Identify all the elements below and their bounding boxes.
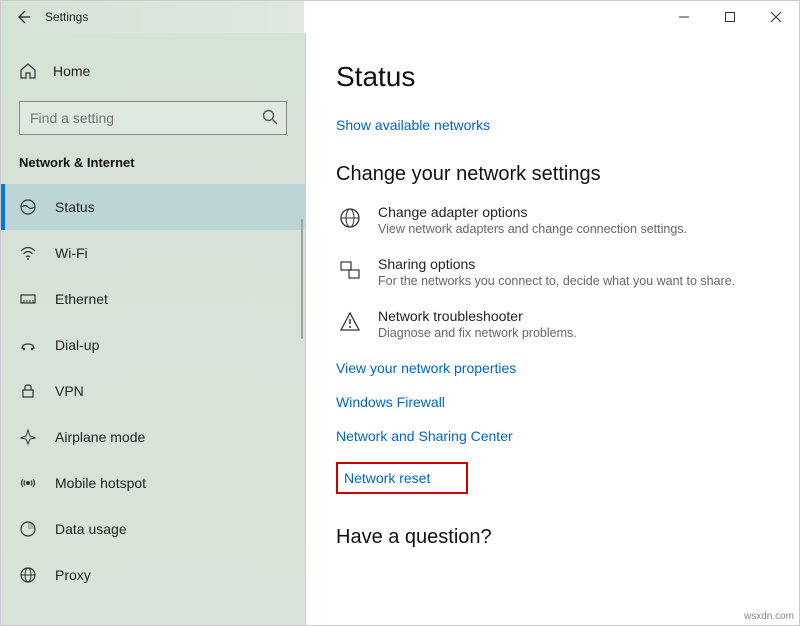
vpn-icon (19, 382, 37, 400)
question-heading: Have a question? (336, 526, 769, 549)
sidebar: Home Network & Internet Status Wi-Fi (1, 33, 306, 625)
settings-window: Settings Home Network & Internet (0, 0, 800, 626)
highlight-box: Network reset (336, 462, 468, 494)
option-desc: For the networks you connect to, decide … (378, 274, 735, 288)
sidebar-item-dialup[interactable]: Dial-up (1, 322, 305, 368)
minimize-button[interactable] (661, 1, 707, 33)
proxy-icon (19, 566, 37, 584)
sidebar-item-label: Ethernet (55, 291, 108, 307)
close-icon (771, 12, 781, 22)
option-troubleshooter[interactable]: Network troubleshooter Diagnose and fix … (336, 308, 769, 340)
option-text: Sharing options For the networks you con… (378, 256, 735, 288)
option-text: Change adapter options View network adap… (378, 204, 687, 236)
sidebar-item-label: Proxy (55, 567, 91, 583)
sidebar-item-proxy[interactable]: Proxy (1, 552, 305, 598)
back-button[interactable] (1, 1, 45, 33)
link-network-sharing-center[interactable]: Network and Sharing Center (336, 428, 769, 444)
adapter-icon (336, 204, 364, 236)
option-title: Change adapter options (378, 204, 687, 220)
troubleshooter-icon (336, 308, 364, 340)
airplane-icon (19, 428, 37, 446)
sidebar-item-label: Status (55, 199, 95, 215)
link-windows-firewall[interactable]: Windows Firewall (336, 394, 769, 410)
window-controls (661, 1, 799, 33)
sidebar-item-status[interactable]: Status (1, 184, 305, 230)
ethernet-icon (19, 290, 37, 308)
option-desc: Diagnose and fix network problems. (378, 326, 577, 340)
watermark: wsxdn.com (744, 611, 794, 622)
sidebar-item-label: Mobile hotspot (55, 475, 146, 491)
page-title: Status (336, 61, 769, 93)
hotspot-icon (19, 474, 37, 492)
sidebar-nav: Status Wi-Fi Ethernet Dial-up VPN (1, 184, 305, 598)
sidebar-item-datausage[interactable]: Data usage (1, 506, 305, 552)
content-pane: Status Show available networks Change yo… (306, 33, 799, 625)
window-title: Settings (45, 10, 88, 24)
dialup-icon (19, 336, 37, 354)
arrow-left-icon (15, 9, 31, 25)
sidebar-item-label: VPN (55, 383, 84, 399)
option-title: Network troubleshooter (378, 308, 577, 324)
sidebar-item-label: Data usage (55, 521, 127, 537)
data-usage-icon (19, 520, 37, 538)
home-icon (19, 62, 37, 80)
maximize-button[interactable] (707, 1, 753, 33)
minimize-icon (679, 12, 689, 22)
option-sharing[interactable]: Sharing options For the networks you con… (336, 256, 769, 288)
sidebar-item-vpn[interactable]: VPN (1, 368, 305, 414)
search-icon (261, 108, 279, 126)
show-networks-link[interactable]: Show available networks (336, 117, 490, 133)
close-button[interactable] (753, 1, 799, 33)
wifi-icon (19, 244, 37, 262)
sidebar-home[interactable]: Home (1, 49, 305, 93)
option-desc: View network adapters and change connect… (378, 222, 687, 236)
sidebar-item-wifi[interactable]: Wi-Fi (1, 230, 305, 276)
link-network-reset[interactable]: Network reset (344, 470, 430, 486)
link-view-properties[interactable]: View your network properties (336, 360, 769, 376)
sidebar-item-label: Dial-up (55, 337, 99, 353)
titlebar: Settings (1, 1, 799, 33)
sidebar-item-airplane[interactable]: Airplane mode (1, 414, 305, 460)
window-body: Home Network & Internet Status Wi-Fi (1, 33, 799, 625)
search-field-wrap (19, 101, 287, 135)
search-input[interactable] (19, 101, 287, 135)
sidebar-item-hotspot[interactable]: Mobile hotspot (1, 460, 305, 506)
option-text: Network troubleshooter Diagnose and fix … (378, 308, 577, 340)
option-adapter[interactable]: Change adapter options View network adap… (336, 204, 769, 236)
home-label: Home (53, 63, 90, 79)
maximize-icon (725, 12, 735, 22)
option-title: Sharing options (378, 256, 735, 272)
sidebar-scrollbar[interactable] (301, 219, 303, 339)
sidebar-section-label: Network & Internet (1, 149, 305, 184)
sharing-icon (336, 256, 364, 288)
status-icon (19, 198, 37, 216)
sidebar-item-label: Airplane mode (55, 429, 145, 445)
sidebar-item-ethernet[interactable]: Ethernet (1, 276, 305, 322)
sidebar-item-label: Wi-Fi (55, 245, 88, 261)
change-settings-heading: Change your network settings (336, 163, 769, 186)
